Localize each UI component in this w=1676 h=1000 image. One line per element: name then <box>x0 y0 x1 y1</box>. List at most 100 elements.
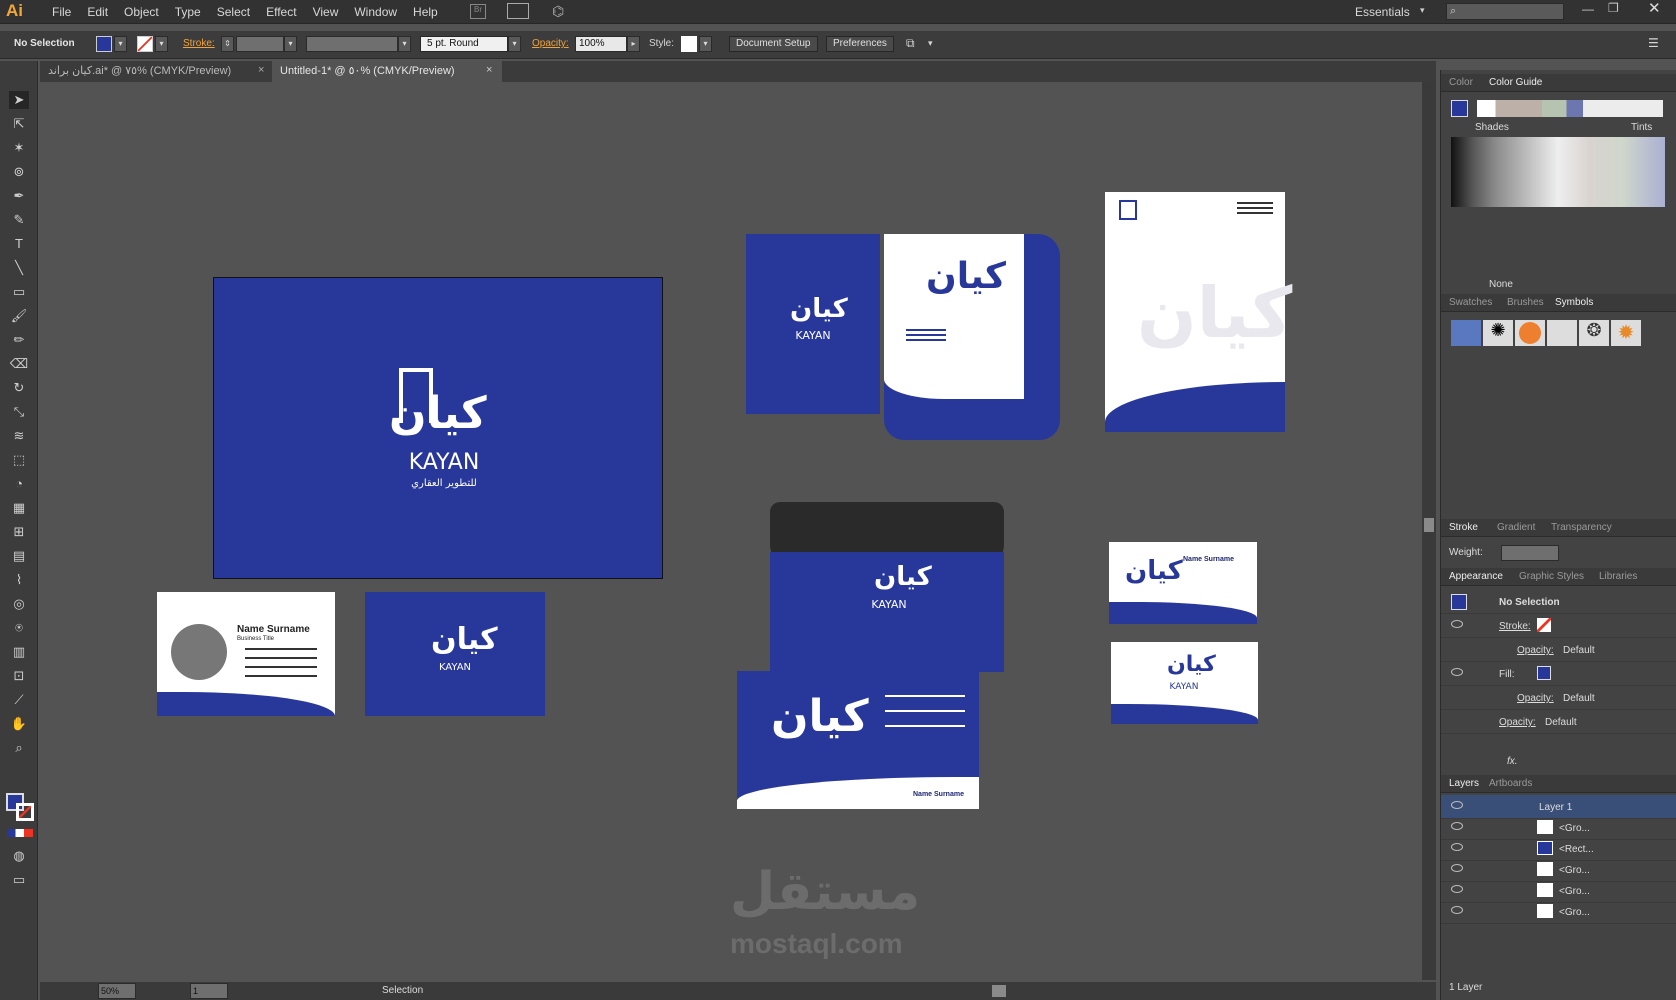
type-tool-icon[interactable]: T <box>9 235 29 253</box>
style-dropdown[interactable]: ▾ <box>699 36 712 52</box>
arrange-documents-icon[interactable] <box>507 3 529 19</box>
appearance-stroke-opacity-row[interactable]: Opacity: Default <box>1441 638 1676 662</box>
symbol-splat-icon[interactable]: ✺ <box>1483 320 1513 346</box>
fill-dropdown[interactable]: ▾ <box>114 36 127 52</box>
column-graph-tool-icon[interactable]: ▥ <box>9 643 29 661</box>
menu-edit[interactable]: Edit <box>79 5 116 19</box>
tab-untitled-1[interactable]: Untitled-1* @ ٥٠% (CMYK/Preview) <box>272 61 502 82</box>
appearance-fill-opacity-row[interactable]: Opacity: Default <box>1441 686 1676 710</box>
horizontal-scroll-thumb[interactable] <box>992 985 1006 997</box>
opacity-label[interactable]: Opacity: <box>1517 645 1554 656</box>
appearance-fill-row[interactable]: Fill: <box>1441 662 1676 686</box>
appearance-object-opacity-row[interactable]: Opacity: Default <box>1441 710 1676 734</box>
menu-view[interactable]: View <box>305 5 347 19</box>
visibility-eye-icon[interactable] <box>1451 801 1463 809</box>
base-color-swatch[interactable] <box>1451 100 1468 117</box>
chevron-down-icon[interactable]: ▾ <box>928 38 933 49</box>
screen-mode-icon[interactable]: ▭ <box>9 871 29 889</box>
visibility-eye-icon[interactable] <box>1451 822 1463 830</box>
fill-swatch[interactable] <box>96 36 112 52</box>
tab-graphic-styles[interactable]: Graphic Styles <box>1519 571 1584 582</box>
canvas[interactable]: كيان KAYAN للتطوير العقاري كيان KAYAN كي… <box>40 82 1422 982</box>
tab-transparency[interactable]: Transparency <box>1551 522 1612 533</box>
pen-tool-icon[interactable]: ✒ <box>9 187 29 205</box>
opacity-dropdown[interactable]: ▸ <box>627 36 640 52</box>
tab-close-icon[interactable]: × <box>486 64 492 76</box>
document-setup-button[interactable]: Document Setup <box>729 36 818 52</box>
curvature-tool-icon[interactable]: ✎ <box>9 211 29 229</box>
symbol-frame-icon[interactable] <box>1547 320 1577 346</box>
visibility-eye-icon[interactable] <box>1451 620 1463 628</box>
opacity-label[interactable]: Opacity: <box>532 38 569 49</box>
menu-window[interactable]: Window <box>346 5 405 19</box>
arrange-icon[interactable]: ⧉ <box>906 36 915 51</box>
visibility-eye-icon[interactable] <box>1451 864 1463 872</box>
tab-appearance[interactable]: Appearance <box>1449 571 1503 582</box>
appearance-stroke-label[interactable]: Stroke: <box>1499 621 1531 632</box>
logo-artboard[interactable]: كيان KAYAN للتطوير العقاري <box>213 277 663 579</box>
compliment-slip[interactable]: كيان Name Surname <box>737 671 979 809</box>
menu-object[interactable]: Object <box>116 5 167 19</box>
business-card-back-2[interactable]: كيان KAYAN <box>365 592 545 716</box>
variable-width-field[interactable] <box>306 36 398 52</box>
visibility-eye-icon[interactable] <box>1451 885 1463 893</box>
business-card-front-1[interactable]: كيان Name Surname <box>1109 542 1257 624</box>
perspective-grid-tool-icon[interactable]: ▦ <box>9 499 29 517</box>
tab-close-icon[interactable]: × <box>258 64 264 76</box>
artboard-number-field[interactable]: 1 <box>190 983 228 999</box>
color-mode-icon[interactable] <box>7 829 33 837</box>
gpu-performance-icon[interactable]: ⌬ <box>552 3 564 20</box>
stroke-dropdown[interactable]: ▾ <box>155 36 168 52</box>
symbol-sun-icon[interactable]: ✹ <box>1611 320 1641 346</box>
brush-dropdown[interactable]: ▾ <box>508 36 521 52</box>
warp-tool-icon[interactable]: ≋ <box>9 427 29 445</box>
business-card-back-1[interactable]: كيان KAYAN <box>1111 642 1258 724</box>
menu-select[interactable]: Select <box>209 5 258 19</box>
symbol-orange-circle[interactable] <box>1515 320 1545 346</box>
tab-gradient[interactable]: Gradient <box>1497 522 1535 533</box>
line-tool-icon[interactable]: ╲ <box>9 259 29 277</box>
menu-help[interactable]: Help <box>405 5 446 19</box>
magic-wand-tool-icon[interactable]: ✶ <box>9 139 29 157</box>
shape-builder-tool-icon[interactable]: ◔ <box>9 475 29 493</box>
bridge-icon[interactable]: Br <box>470 4 486 19</box>
fx-icon[interactable]: fx. <box>1507 756 1518 767</box>
visibility-eye-icon[interactable] <box>1451 906 1463 914</box>
vertical-scrollbar[interactable] <box>1422 82 1436 980</box>
stroke-label[interactable]: Stroke: <box>183 38 215 49</box>
gradient-tool-icon[interactable]: ▤ <box>9 547 29 565</box>
tab-kayan-brand[interactable]: كيان براند.ai* @ ٧٥% (CMYK/Preview) <box>40 61 272 82</box>
symbol-blue-swatch[interactable] <box>1451 320 1481 346</box>
menu-file[interactable]: File <box>44 5 79 19</box>
folder-insert[interactable]: كيان <box>884 234 1024 399</box>
scroll-thumb[interactable] <box>1424 518 1434 532</box>
eraser-tool-icon[interactable]: ⌫ <box>9 355 29 373</box>
symbol-sprayer-tool-icon[interactable]: ⍟ <box>9 619 29 637</box>
direct-selection-tool-icon[interactable]: ⇱ <box>9 115 29 133</box>
envelope-body[interactable]: كيان KAYAN <box>770 552 1004 672</box>
tab-color-guide[interactable]: Color Guide <box>1489 77 1542 88</box>
hand-tool-icon[interactable]: ✋ <box>9 715 29 733</box>
menu-type[interactable]: Type <box>167 5 209 19</box>
minimize-icon[interactable]: — <box>1582 2 1594 16</box>
search-input[interactable]: ⌕ <box>1446 3 1564 20</box>
visibility-eye-icon[interactable] <box>1451 843 1463 851</box>
lasso-tool-icon[interactable]: ⊚ <box>9 163 29 181</box>
tab-brushes[interactable]: Brushes <box>1507 297 1544 308</box>
style-swatch[interactable] <box>681 36 697 52</box>
harmony-colors[interactable] <box>1477 100 1663 117</box>
panel-menu-icon[interactable]: ☰ <box>1648 36 1659 50</box>
tab-swatches[interactable]: Swatches <box>1449 297 1492 308</box>
stroke-color-icon[interactable] <box>16 803 34 821</box>
artboard-tool-icon[interactable]: ⊡ <box>9 667 29 685</box>
tab-color[interactable]: Color <box>1449 77 1473 88</box>
tab-artboards[interactable]: Artboards <box>1489 778 1532 789</box>
brush-definition[interactable]: 5 pt. Round <box>420 36 508 52</box>
preferences-button[interactable]: Preferences <box>826 36 894 52</box>
tab-symbols[interactable]: Symbols <box>1555 297 1593 308</box>
restore-icon[interactable]: ❐ <box>1608 1 1619 15</box>
visibility-eye-icon[interactable] <box>1451 668 1463 676</box>
rectangle-tool-icon[interactable]: ▭ <box>9 283 29 301</box>
zoom-field[interactable]: 50% <box>98 983 136 999</box>
layer-row[interactable]: <Gro... <box>1441 900 1676 924</box>
